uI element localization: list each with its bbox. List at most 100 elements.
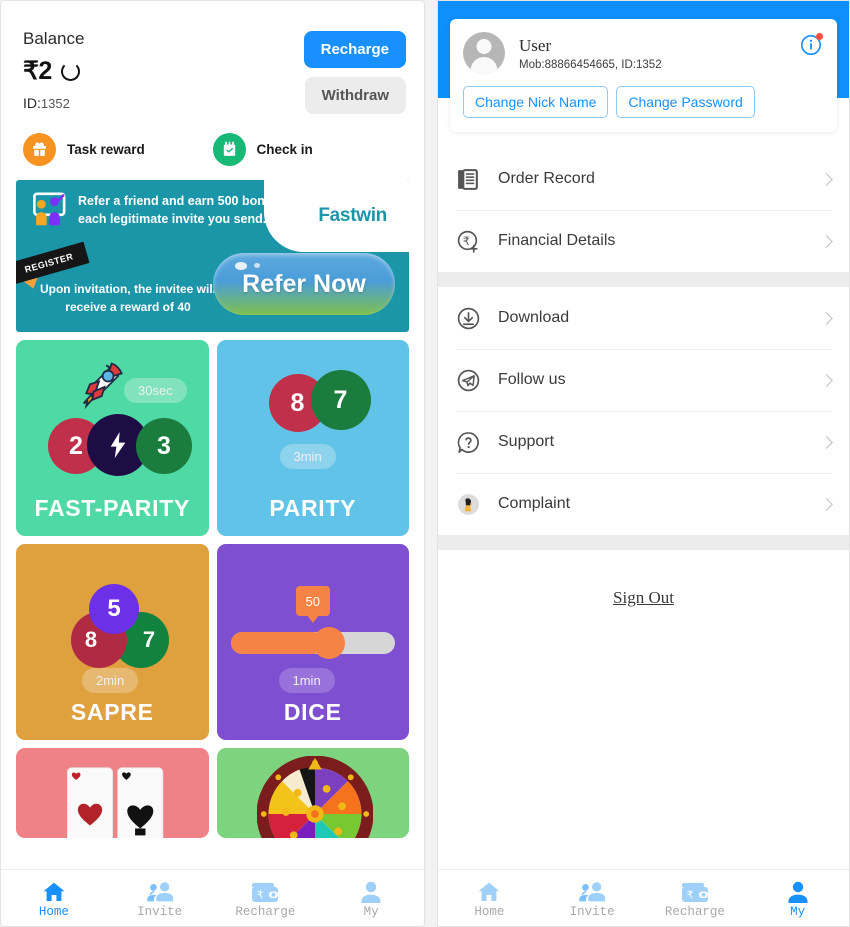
user-id-value: 1352 <box>40 96 70 111</box>
dice-slider-value: 50 <box>295 586 330 616</box>
lightning-icon <box>110 432 126 458</box>
playing-cards-icon <box>64 764 168 838</box>
nav-label-recharge: Recharge <box>664 904 725 919</box>
section-divider <box>438 272 849 287</box>
rocket-icon <box>70 358 128 421</box>
svg-text:₹: ₹ <box>257 890 263 901</box>
gift-icon <box>23 133 56 166</box>
game-name-dice: DICE <box>283 699 342 725</box>
profile-header: User Mob:88866454665, ID:1352 Change Nic… <box>438 1 849 132</box>
menu-item-financial-details[interactable]: ₹ Financial Details <box>438 210 849 272</box>
svg-text:₹: ₹ <box>687 890 693 901</box>
home-scroll-area[interactable]: Balance ₹2 ID:1352 Recharge Withdraw Tas… <box>1 1 424 869</box>
wallet-icon: ₹ <box>251 878 279 904</box>
notification-dot <box>816 33 823 40</box>
menu-group-records: Order Record ₹ Financial Details <box>438 148 849 272</box>
menu-group-services: Download Follow us Support Complaint <box>438 287 849 535</box>
game-chip-parity: 3min <box>279 444 336 469</box>
nav-item-recharge[interactable]: ₹ Recharge <box>213 870 319 926</box>
nav-label-invite: Invite <box>137 904 183 919</box>
game-chip-dice: 1min <box>278 668 335 693</box>
profile-buttons: Change Nick Name Change Password <box>463 86 824 118</box>
refer-banner[interactable]: Fastwin Refer a friend and earn 500 bonu… <box>16 180 409 332</box>
game-chip-fast-parity: 30sec <box>124 378 187 403</box>
nav-label-my: My <box>790 904 806 919</box>
sign-out-section: Sign Out <box>438 550 849 869</box>
home-icon <box>41 878 67 904</box>
profile-meta: Mob:88866454665, ID:1352 <box>519 58 662 71</box>
person-icon <box>359 878 383 904</box>
my-scroll-area[interactable]: User Mob:88866454665, ID:1352 Change Nic… <box>438 1 849 869</box>
game-chip-sapre: 2min <box>82 668 139 693</box>
game-tile-parity[interactable]: 8 7 3min PARITY <box>216 340 409 536</box>
nav-item-home[interactable]: Home <box>438 870 541 926</box>
game-tile-wheel[interactable] <box>216 748 409 838</box>
withdraw-button[interactable]: Withdraw <box>304 77 406 114</box>
game-tile-dice[interactable]: 50 1min DICE <box>216 544 409 740</box>
change-password-button[interactable]: Change Password <box>616 86 755 118</box>
menu-label-complaint: Complaint <box>498 495 571 512</box>
chevron-right-icon <box>820 172 833 186</box>
chevron-right-icon <box>820 435 833 449</box>
menu-item-support[interactable]: Support <box>438 411 849 473</box>
home-panel: Balance ₹2 ID:1352 Recharge Withdraw Tas… <box>0 0 425 927</box>
person-icon <box>786 878 810 904</box>
balance-actions: Recharge Withdraw <box>303 31 406 114</box>
user-id-label: ID: <box>23 95 41 111</box>
app-screenshot: Balance ₹2 ID:1352 Recharge Withdraw Tas… <box>0 0 850 927</box>
profile-texts: User Mob:88866454665, ID:1352 <box>519 36 662 71</box>
game-name-sapre: SAPRE <box>70 699 154 725</box>
avatar[interactable] <box>463 32 505 74</box>
nav-label-home: Home <box>474 904 505 919</box>
info-circle-icon[interactable] <box>800 33 823 56</box>
banner-subtext: Upon invitation, the invitee will receiv… <box>39 282 216 314</box>
sapre-ball: 5 <box>89 584 139 634</box>
balance-block: Balance ₹2 ID:1352 Recharge Withdraw <box>1 1 424 114</box>
section-divider <box>438 535 849 550</box>
nav-item-my[interactable]: My <box>746 870 849 926</box>
profile-identity: User Mob:88866454665, ID:1352 <box>463 32 824 74</box>
menu-label-follow-us: Follow us <box>498 371 566 388</box>
calendar-check-icon <box>212 133 246 166</box>
home-icon <box>476 878 502 904</box>
brand-name: Fastwin <box>318 205 387 226</box>
nav-item-invite[interactable]: Invite <box>107 870 213 926</box>
recharge-button[interactable]: Recharge <box>303 31 406 68</box>
nav-item-home[interactable]: Home <box>1 870 107 926</box>
menu-item-complaint[interactable]: Complaint <box>438 473 849 535</box>
nav-label-my: My <box>363 904 379 919</box>
menu-item-order-record[interactable]: Order Record <box>438 148 849 210</box>
menu-label-download: Download <box>498 309 570 326</box>
svg-text:₹: ₹ <box>463 236 470 248</box>
parity-ball: 3 <box>136 418 192 474</box>
change-nick-name-button[interactable]: Change Nick Name <box>463 86 609 118</box>
menu-item-download[interactable]: Download <box>438 287 849 349</box>
rupee-plus-icon: ₹ <box>456 229 486 254</box>
nav-item-recharge[interactable]: ₹ Recharge <box>644 870 747 926</box>
quick-actions: Task reward Check in <box>1 111 424 180</box>
task-reward-label: Task reward <box>67 142 145 157</box>
question-chat-icon <box>456 430 486 455</box>
bottom-nav-my: Home Invite ₹ Recharge My <box>438 869 849 926</box>
menu-label-order-record: Order Record <box>498 170 595 187</box>
task-reward-action[interactable]: Task reward <box>23 133 213 166</box>
nav-item-my[interactable]: My <box>318 870 424 926</box>
chevron-right-icon <box>820 234 833 248</box>
banner-headline: Refer a friend and earn 500 bonus for ea… <box>78 194 300 227</box>
game-tile-fast-parity[interactable]: 30sec 2 3 FAST-PARITY <box>16 340 209 536</box>
dice-slider-fill <box>230 632 325 654</box>
complaint-person-icon <box>456 492 486 517</box>
game-tile-sapre[interactable]: 5 8 7 2min SAPRE <box>16 544 209 740</box>
nav-item-invite[interactable]: Invite <box>541 870 644 926</box>
menu-item-follow-us[interactable]: Follow us <box>438 349 849 411</box>
dice-slider-knob[interactable] <box>312 627 345 659</box>
refresh-icon[interactable] <box>60 61 80 81</box>
check-in-action[interactable]: Check in <box>212 133 403 166</box>
game-tile-card[interactable] <box>16 748 209 838</box>
profile-card: User Mob:88866454665, ID:1352 Change Nic… <box>450 19 837 132</box>
my-account-panel: User Mob:88866454665, ID:1352 Change Nic… <box>437 0 850 927</box>
dice-slider-track[interactable] <box>230 627 395 659</box>
sign-out-link[interactable]: Sign Out <box>613 588 674 607</box>
refer-now-button[interactable]: Refer Now <box>213 253 395 315</box>
menu-label-financial-details: Financial Details <box>498 232 616 249</box>
